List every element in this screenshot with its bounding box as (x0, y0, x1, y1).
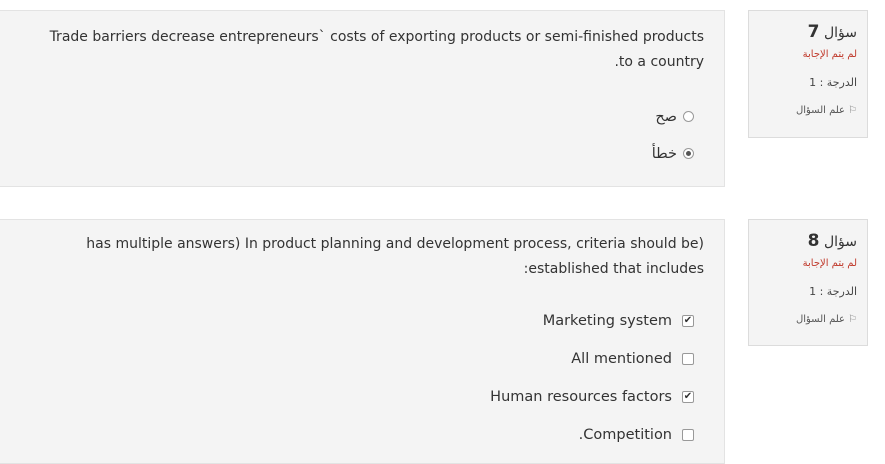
option-true[interactable]: صح (652, 98, 694, 135)
question-7-number: سؤال 7 (749, 19, 857, 45)
checkmark-icon: ✔ (683, 315, 693, 326)
question-8-grade: الدرجة : 1 (809, 285, 857, 298)
question-7-options: صح خطأ (652, 98, 694, 172)
question-label: سؤال (823, 25, 857, 41)
option-competition-checkbox[interactable] (682, 429, 694, 441)
option-marketing-system-checkbox[interactable]: ✔ (682, 315, 694, 327)
question-8-content: has multiple answers) In product plannin… (0, 219, 725, 464)
question-8-flag[interactable]: ⚐علم السؤال (749, 310, 857, 332)
flag-icon: ⚐ (848, 105, 857, 116)
option-all-mentioned[interactable]: All mentioned (490, 340, 694, 378)
option-true-radio[interactable] (683, 111, 694, 122)
option-marketing-system[interactable]: Marketing system ✔ (490, 302, 694, 340)
option-human-resources-checkbox[interactable]: ✔ (682, 391, 694, 403)
option-true-label: صح (655, 108, 677, 125)
question-8-options: Marketing system ✔ All mentioned Human r… (490, 302, 694, 454)
option-false[interactable]: خطأ (652, 135, 694, 172)
question-8-text-line1: has multiple answers) In product plannin… (86, 236, 704, 252)
question-7-text: Trade barriers decrease entrepreneurs` c… (4, 25, 704, 75)
option-all-mentioned-checkbox[interactable] (682, 353, 694, 365)
option-all-mentioned-label: All mentioned (571, 351, 672, 367)
question-7-flag[interactable]: ⚐علم السؤال (749, 101, 857, 123)
question-8-number: سؤال 8 (749, 228, 857, 254)
option-false-radio[interactable] (683, 148, 694, 159)
flag-label: علم السؤال (795, 105, 846, 116)
question-number: 8 (807, 231, 820, 251)
question-7-content: Trade barriers decrease entrepreneurs` c… (0, 10, 725, 187)
question-7-grade: الدرجة : 1 (809, 76, 857, 89)
question-7-state: لم يتم الإجابة (802, 49, 857, 60)
question-8-state: لم يتم الإجابة (802, 258, 857, 269)
checkmark-icon: ✔ (683, 391, 693, 402)
option-false-label: خطأ (651, 145, 677, 162)
question-7-text-line2: .to a country (614, 54, 704, 70)
option-human-resources[interactable]: Human resources factors ✔ (490, 378, 694, 416)
option-marketing-system-label: Marketing system (542, 313, 672, 329)
question-8-info: سؤال 8 لم يتم الإجابة الدرجة : 1 ⚐علم ال… (748, 219, 868, 346)
option-competition-label: .Competition (578, 427, 672, 443)
question-number: 7 (807, 22, 820, 42)
option-competition[interactable]: .Competition (490, 416, 694, 454)
option-human-resources-label: Human resources factors (490, 389, 672, 405)
question-8-text-line2: :established that includes (523, 261, 704, 277)
question-7-info: سؤال 7 لم يتم الإجابة الدرجة : 1 ⚐علم ال… (748, 10, 868, 138)
flag-icon: ⚐ (848, 314, 857, 325)
question-8-text: has multiple answers) In product plannin… (4, 232, 704, 282)
question-label: سؤال (823, 234, 857, 250)
flag-label: علم السؤال (795, 314, 846, 325)
question-7-text-line1: Trade barriers decrease entrepreneurs` c… (49, 29, 704, 45)
